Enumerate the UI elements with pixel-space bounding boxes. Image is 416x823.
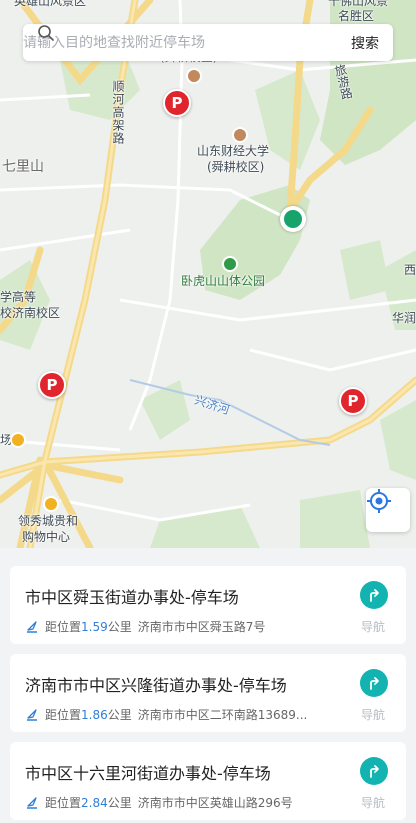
distance-prefix: 距位置: [45, 620, 82, 634]
parking-marker[interactable]: P: [38, 371, 66, 399]
search-input[interactable]: [23, 34, 351, 51]
result-info: 距位置 1.86 公里 济南市市中区二环南路13689...: [25, 706, 307, 723]
map-label-xi: 西: [404, 263, 416, 277]
distance-icon: [27, 708, 37, 721]
parking-result-card[interactable]: 市中区舜玉街道办事处-停车场 距位置 1.59 公里 济南市市中区舜玉路7号 导航: [10, 566, 406, 644]
map-label-yingxiong: 英雄山风景区: [14, 0, 87, 8]
result-info: 距位置 1.59 公里 济南市市中区舜玉路7号: [25, 618, 265, 635]
map-view[interactable]: 英雄山风景区 千佛山风景 名胜区 (舜耕校区) 顺河高架路 旅游路 山东财经大学…: [0, 0, 416, 548]
distance-unit: 公里: [107, 796, 132, 810]
map-label-shunhe: 顺河高架路: [111, 80, 125, 145]
mall-poi-icon-left: [10, 432, 26, 448]
result-address: 济南市市中区英雄山路296号: [137, 796, 293, 810]
search-button[interactable]: 搜索: [351, 33, 379, 53]
locate-me-button[interactable]: [366, 488, 410, 532]
map-label-hua: 华润: [392, 311, 416, 325]
parking-result-card[interactable]: 济南市市中区兴隆街道办事处-停车场 距位置 1.86 公里 济南市市中区二环南路13…: [10, 654, 406, 732]
current-location-marker: [280, 206, 306, 232]
distance-prefix: 距位置: [45, 796, 82, 810]
park-poi-icon: [222, 256, 238, 272]
crosshair-icon: [367, 489, 391, 513]
distance-icon: [27, 620, 37, 633]
map-label-gaodeng: 学高等: [0, 290, 37, 304]
map-label-wohushan: 卧虎山山体公园: [181, 274, 266, 288]
distance-value: 1.86: [81, 707, 108, 722]
distance-value: 2.84: [81, 795, 108, 810]
distance-prefix: 距位置: [45, 708, 82, 722]
result-address: 济南市市中区二环南路13689...: [137, 708, 308, 722]
map-label-qianfo: 千佛山风景: [328, 0, 389, 8]
map-label-qili: 七里山: [2, 159, 44, 175]
parking-results-list: 市中区舜玉街道办事处-停车场 距位置 1.59 公里 济南市市中区舜玉路7号 导航 …: [0, 548, 416, 823]
search-bar[interactable]: 搜索: [23, 24, 393, 61]
parking-marker[interactable]: P: [339, 387, 367, 415]
distance-unit: 公里: [107, 708, 132, 722]
university-poi-icon: [232, 127, 248, 143]
result-title: 市中区十六里河街道办事处-停车场: [25, 764, 271, 783]
navigate-label: 导航: [360, 796, 385, 810]
parking-result-card[interactable]: 市中区十六里河街道办事处-停车场 距位置 2.84 公里 济南市市中区英雄山路296…: [10, 742, 406, 820]
navigate-button[interactable]: 导航: [360, 669, 388, 723]
map-label-lingxiu: 领秀城贵和: [18, 514, 79, 528]
mall-poi-icon: [43, 496, 59, 512]
map-label-caijing-2: (舜耕校区): [207, 160, 265, 174]
university-poi-icon-top: [186, 68, 202, 84]
result-address: 济南市市中区舜玉路7号: [137, 620, 266, 634]
map-label-jinan-campus: 校济南校区: [0, 306, 61, 320]
navigation-icon: [360, 757, 388, 785]
navigate-button[interactable]: 导航: [360, 757, 388, 811]
parking-marker[interactable]: P: [163, 89, 191, 117]
result-title: 济南市市中区兴隆街道办事处-停车场: [25, 676, 287, 695]
search-icon: [38, 25, 54, 41]
map-label-lingxiu-2: 购物中心: [22, 530, 71, 544]
distance-icon: [27, 796, 37, 809]
map-label-qianfo-2: 名胜区: [338, 9, 375, 23]
navigate-label: 导航: [360, 620, 385, 634]
distance-value: 1.59: [81, 619, 108, 634]
result-title: 市中区舜玉街道办事处-停车场: [25, 588, 239, 607]
navigate-label: 导航: [360, 708, 385, 722]
map-label-caijing: 山东财经大学: [197, 144, 270, 158]
navigation-icon: [360, 669, 388, 697]
navigation-icon: [360, 581, 388, 609]
navigate-button[interactable]: 导航: [360, 581, 388, 635]
distance-unit: 公里: [107, 620, 132, 634]
result-info: 距位置 2.84 公里 济南市市中区英雄山路296号: [25, 794, 293, 811]
